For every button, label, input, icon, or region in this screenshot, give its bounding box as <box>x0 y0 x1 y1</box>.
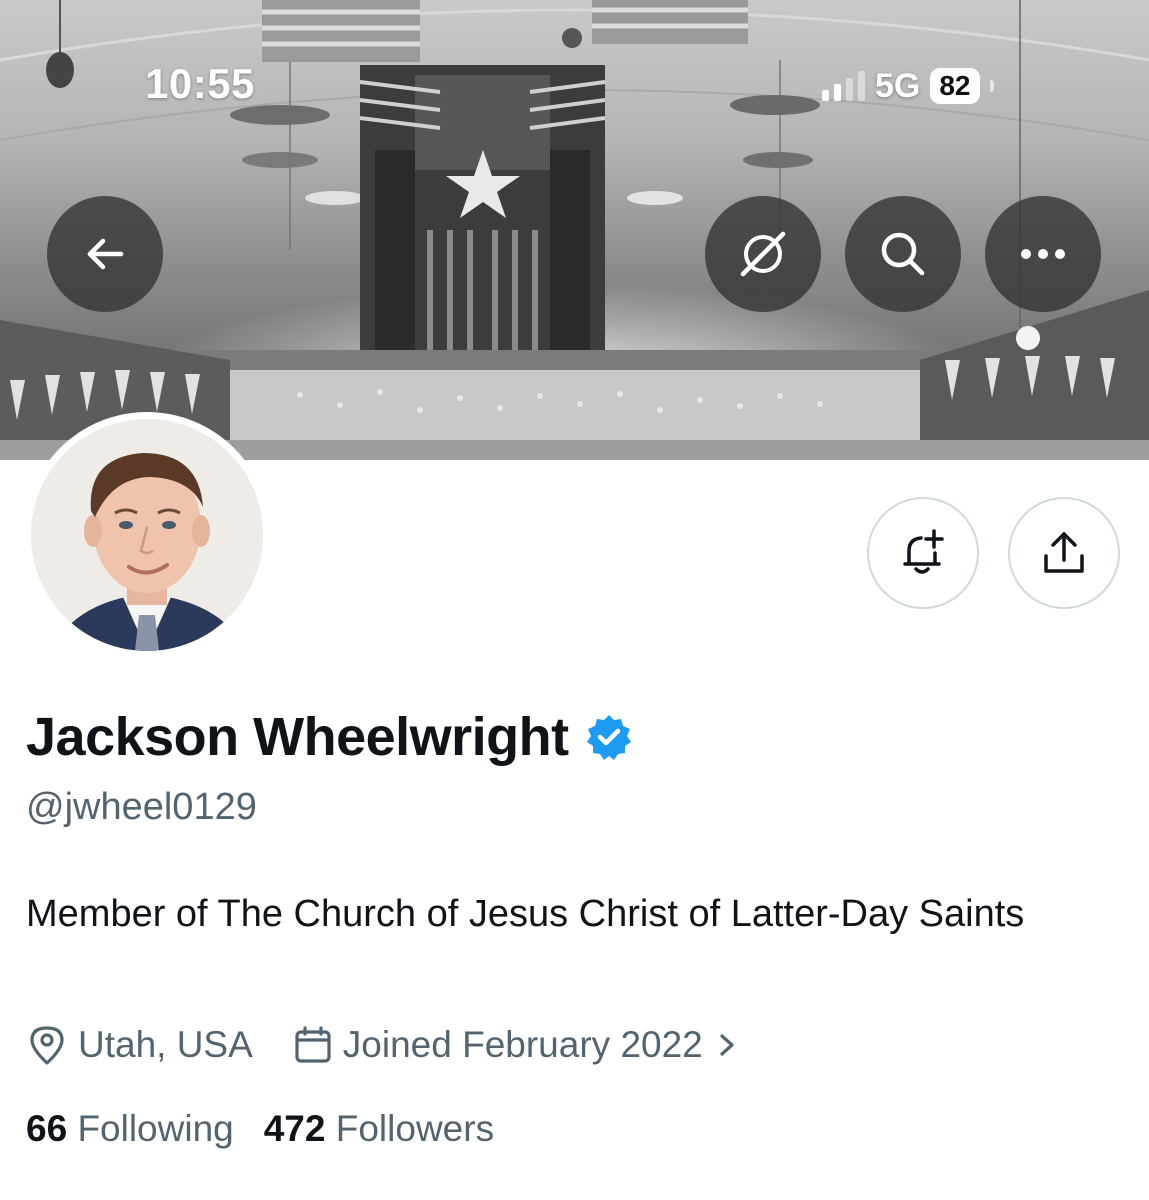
more-icon <box>1021 249 1065 259</box>
notifications-button[interactable] <box>867 497 979 609</box>
following-link[interactable]: 66 Following <box>26 1108 234 1150</box>
bell-plus-icon <box>903 529 944 574</box>
more-button[interactable] <box>985 196 1101 312</box>
status-time: 10:55 <box>145 60 255 107</box>
following-label: Following <box>77 1108 234 1149</box>
location-pin-icon <box>30 1026 64 1065</box>
profile-stats: 66 Following 472 Followers <box>26 1108 494 1150</box>
battery-icon: 82 <box>930 68 980 104</box>
network-type: 5G <box>875 66 921 105</box>
verified-badge-icon[interactable] <box>585 713 633 761</box>
back-button[interactable] <box>47 196 163 312</box>
profile-bio: Member of The Church of Jesus Christ of … <box>26 893 1025 935</box>
chevron-right-icon <box>720 1034 734 1056</box>
profile-name-row: Jackson Wheelwright <box>26 706 633 768</box>
search-icon <box>881 232 925 276</box>
following-count: 66 <box>26 1108 68 1149</box>
location-text: Utah, USA <box>78 1024 253 1065</box>
status-indicators: 5G 82 <box>822 66 994 106</box>
search-button[interactable] <box>845 196 961 312</box>
profile-banner[interactable]: 10:55 5G 82 <box>0 0 1149 460</box>
joined-text: Joined February 2022 <box>342 1024 703 1065</box>
location-item: Utah, USA <box>26 1024 253 1066</box>
display-name: Jackson Wheelwright <box>26 707 569 767</box>
arrow-left-icon <box>87 238 124 270</box>
calendar-icon <box>295 1026 331 1063</box>
battery-tip <box>989 80 994 92</box>
joined-item[interactable]: Joined February 2022 <box>293 1024 741 1066</box>
battery-level: 82 <box>939 70 971 101</box>
avatar[interactable] <box>24 412 270 658</box>
share-button[interactable] <box>1008 497 1120 609</box>
followers-count: 472 <box>263 1108 326 1149</box>
followers-link[interactable]: 472 Followers <box>264 1108 494 1150</box>
signal-icon <box>822 71 865 101</box>
share-icon <box>1044 532 1084 573</box>
profile-meta: Utah, USA Joined February 2022 <box>26 1024 741 1066</box>
profile-handle: @jwheel0129 <box>26 786 257 828</box>
followers-label: Followers <box>335 1108 495 1149</box>
grok-icon <box>740 231 786 277</box>
avatar-photo <box>31 419 263 651</box>
grok-button[interactable] <box>705 196 821 312</box>
